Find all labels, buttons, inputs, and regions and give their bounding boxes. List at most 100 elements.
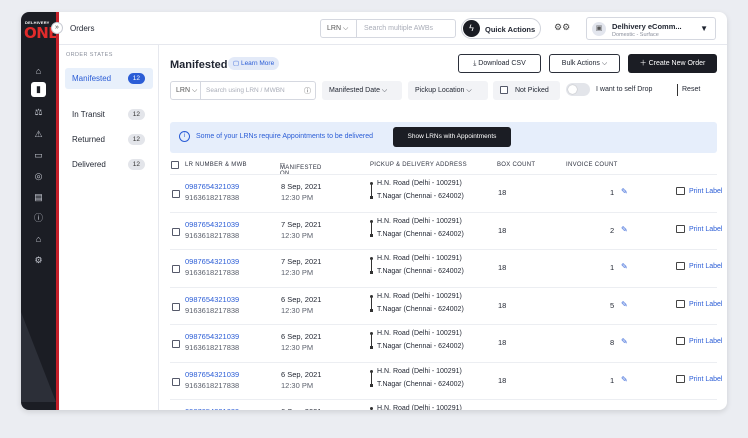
select-all-checkbox[interactable] xyxy=(171,161,179,169)
route-line xyxy=(370,182,373,199)
orders-icon[interactable]: ▮ xyxy=(31,82,46,97)
print-label-button[interactable]: Print Label xyxy=(676,224,722,233)
wallet-icon[interactable]: ▭ xyxy=(31,148,46,163)
lrn-link[interactable]: 0987654321039 xyxy=(185,407,239,410)
reset-link[interactable]: Reset xyxy=(682,86,700,93)
edit-pencil-icon[interactable]: ✎ xyxy=(621,375,628,384)
manifested-date-label: Manifested Date xyxy=(329,87,380,94)
account-switcher[interactable]: ▣ Delhivery eComm... Domestic - Surface … xyxy=(586,17,716,40)
manifested-date: 6 Sep, 2021 xyxy=(281,332,322,341)
create-new-order-button[interactable]: ＋ Create New Order xyxy=(628,54,717,73)
search-type-select[interactable]: LRN ⌵ xyxy=(321,20,357,37)
plus-icon: ＋ xyxy=(639,60,647,67)
collapse-rail-icon[interactable]: » xyxy=(51,22,63,34)
delivery-address: T.Nagar (Chennai - 624002) xyxy=(377,230,464,238)
mwb-number: 9163618217838 xyxy=(185,305,240,315)
learn-more-link[interactable]: ▢ Learn More xyxy=(228,57,280,70)
row-checkbox[interactable] xyxy=(172,227,180,236)
state-item-manifested[interactable]: Manifested 12 xyxy=(65,68,153,89)
state-label: Delivered xyxy=(72,160,106,169)
state-count: 12 xyxy=(127,109,145,120)
edit-pencil-icon[interactable]: ✎ xyxy=(621,225,628,234)
lrn-link[interactable]: 0987654321039 xyxy=(185,220,239,229)
edit-pencil-icon[interactable]: ✎ xyxy=(621,262,628,271)
awb-search[interactable]: LRN ⌵ Search multiple AWBs xyxy=(320,19,456,38)
scale-icon[interactable]: ⚖ xyxy=(31,105,46,120)
print-label-button[interactable]: Print Label xyxy=(676,374,723,383)
lrn-search-input[interactable]: Search using LRN / MWBN xyxy=(206,87,285,94)
state-item-delivered[interactable]: Delivered 12 xyxy=(65,154,153,175)
table-row[interactable]: 098765432103991636182178386 Sep, 202112:… xyxy=(170,399,717,410)
rail-decoration xyxy=(21,312,56,402)
row-checkbox[interactable] xyxy=(172,377,180,386)
print-label-button[interactable]: Print Label xyxy=(676,337,722,345)
box-count: 18 xyxy=(498,375,507,385)
table-row[interactable]: 0987654321039 9163618217838 8 Sep, 2021 12:… xyxy=(170,174,722,212)
col-manifested-on[interactable]: MANIFESTED ON ▽ xyxy=(280,162,321,177)
settings-icon[interactable]: ⚙ xyxy=(31,253,46,268)
filter-divider xyxy=(677,84,678,96)
state-count: 12 xyxy=(127,159,145,170)
download-csv-button[interactable]: ⤓ Download CSV xyxy=(458,54,541,73)
bolt-icon: ϟ xyxy=(463,20,480,37)
table-row[interactable]: 0987654321039 9163618217838 7 Sep, 2021 12:… xyxy=(170,211,722,250)
table-row[interactable]: 098765432103991636182178386 Sep, 202112:… xyxy=(170,286,722,325)
bank-icon[interactable]: ⌂ xyxy=(31,232,46,247)
print-label-text: Print Label xyxy=(689,187,723,195)
table-row[interactable]: 0987654321039 9163618217838 7 Sep, 2021 12:… xyxy=(170,249,722,287)
lrn-link[interactable]: 0987654321039 xyxy=(185,332,239,341)
coins-icon[interactable]: ◎ xyxy=(31,169,46,184)
state-item-in-transit[interactable]: In Transit 12 xyxy=(65,104,153,125)
home-icon[interactable]: ⌂ xyxy=(31,64,46,79)
state-label: In Transit xyxy=(72,110,105,119)
document-icon[interactable]: ▤ xyxy=(31,190,46,205)
row-checkbox[interactable] xyxy=(172,340,180,348)
row-checkbox[interactable] xyxy=(172,302,180,311)
lrn-search[interactable]: LRN ⌵ Search using LRN / MWBN ⓘ xyxy=(170,81,316,100)
printer-icon xyxy=(676,374,685,383)
bulk-actions-button[interactable]: Bulk Actions ⌵ xyxy=(549,54,620,73)
col-address: PICKUP & DELIVERY ADDRESS xyxy=(370,162,467,168)
pickup-location-dropdown[interactable]: Pickup Location ⌵ xyxy=(408,81,488,100)
toggle-knob xyxy=(568,85,577,94)
row-checkbox[interactable] xyxy=(172,190,180,198)
show-appointments-button[interactable]: Show LRNs with Appointments xyxy=(393,127,511,147)
lrn-link[interactable]: 0987654321039 xyxy=(185,182,239,191)
route-line xyxy=(370,219,373,237)
search-input[interactable]: Search multiple AWBs xyxy=(364,25,433,32)
printer-icon xyxy=(676,224,685,233)
self-drop-toggle[interactable] xyxy=(566,83,590,96)
order-states-title: ORDER STATES xyxy=(66,52,113,58)
not-picked-checkbox[interactable] xyxy=(500,86,508,95)
print-label-button[interactable]: Print Label xyxy=(676,299,722,308)
info-icon[interactable]: ⓘ xyxy=(31,211,46,226)
pickup-location-label: Pickup Location xyxy=(415,87,465,94)
lrn-link[interactable]: 0987654321039 xyxy=(185,370,239,379)
print-label-button[interactable]: Print Label xyxy=(676,187,722,195)
invoice-count: 5 xyxy=(610,300,615,310)
lrn-link[interactable]: 0987654321039 xyxy=(185,295,239,304)
info-icon[interactable]: ⓘ xyxy=(304,86,311,96)
edit-pencil-icon[interactable]: ✎ xyxy=(621,300,628,309)
quick-actions-button[interactable]: ϟ Quick Actions xyxy=(461,18,541,39)
print-label-button[interactable]: Print Label xyxy=(676,262,722,270)
invoice-count: 1 xyxy=(610,188,615,197)
manifested-date-dropdown[interactable]: Manifested Date ⌵ xyxy=(322,81,402,100)
not-picked-filter[interactable]: Not Picked xyxy=(493,81,560,100)
print-label-text: Print Label xyxy=(689,262,723,270)
edit-pencil-icon[interactable]: ✎ xyxy=(621,187,628,196)
table-row[interactable]: 098765432103991636182178386 Sep, 202112:… xyxy=(170,324,722,362)
print-label-text: Print Label xyxy=(689,375,723,383)
box-count: 18 xyxy=(498,300,507,310)
lrn-link[interactable]: 0987654321039 xyxy=(185,257,239,266)
table-row[interactable]: 098765432103991636182178386 Sep, 202112:… xyxy=(170,361,722,400)
lrn-type-select[interactable]: LRN ⌵ xyxy=(171,82,201,99)
alert-icon[interactable]: ⚠ xyxy=(31,127,46,142)
gears-icon[interactable]: ⚙⚙ xyxy=(554,22,570,33)
box-count: 18 xyxy=(498,188,507,197)
chevron-down-icon: ⌵ xyxy=(601,60,608,67)
manifested-date: 7 Sep, 2021 xyxy=(281,257,322,266)
edit-pencil-icon[interactable]: ✎ xyxy=(621,337,628,346)
state-item-returned[interactable]: Returned 12 xyxy=(65,129,153,150)
row-checkbox[interactable] xyxy=(172,265,180,273)
